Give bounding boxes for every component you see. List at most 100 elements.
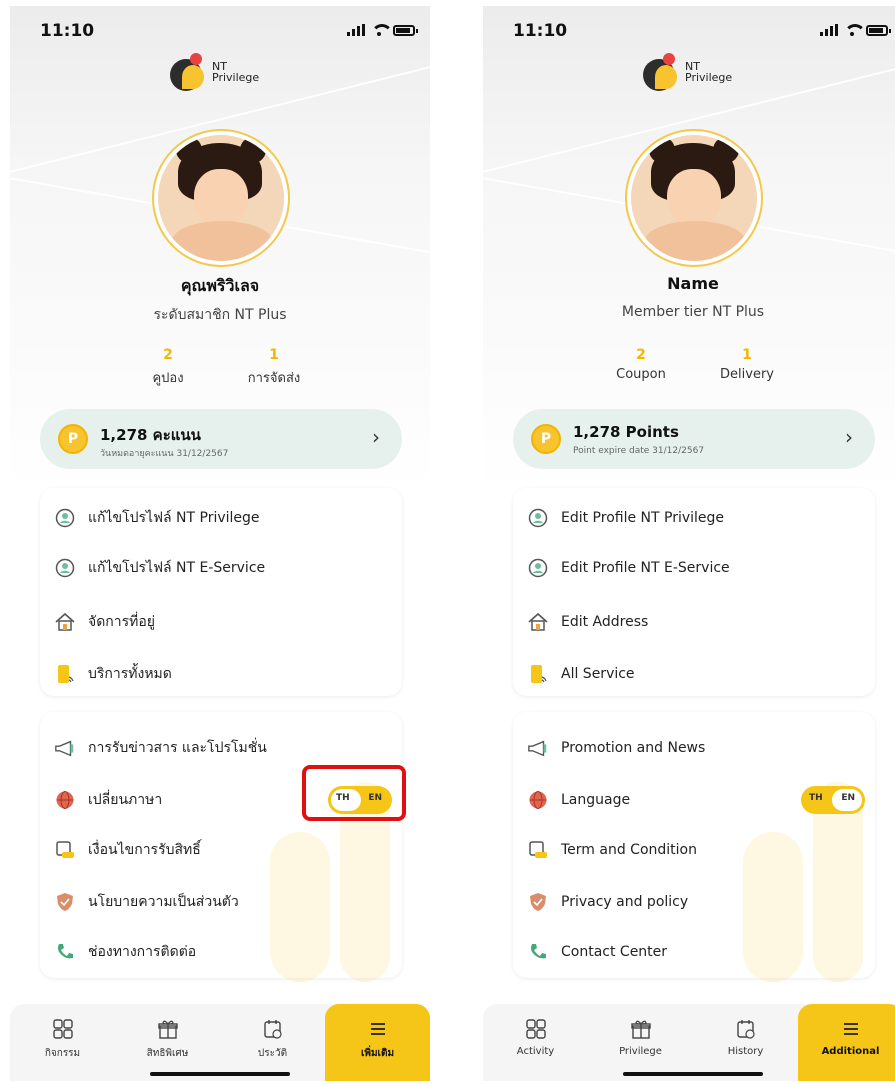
tab-label: Privilege bbox=[619, 1046, 662, 1057]
logo-line2: Privilege bbox=[685, 71, 733, 84]
stat-coupon[interactable]: 2 Coupon bbox=[591, 347, 691, 382]
avatar[interactable] bbox=[152, 129, 290, 267]
menu-label: บริการทั้งหมด bbox=[88, 666, 172, 682]
app-logo: NT Privilege bbox=[170, 53, 259, 91]
megaphone-icon bbox=[527, 737, 549, 759]
tab-additional[interactable]: เพิ่มเติม bbox=[325, 1004, 430, 1081]
phone-screen-thai: 11:10 NT Privilege คุณพริวิเลจ ระดับสมาชิ… bbox=[10, 6, 430, 1081]
member-tier: ระดับสมาชิก NT Plus bbox=[153, 307, 287, 323]
stat-coupon[interactable]: 2 คูปอง bbox=[118, 347, 218, 388]
globe-icon bbox=[527, 789, 549, 811]
avatar-photo bbox=[631, 135, 757, 261]
app-logo: NT Privilege bbox=[643, 53, 732, 91]
tab-label: Activity bbox=[516, 1046, 555, 1057]
shield-icon bbox=[54, 891, 76, 913]
menu-promotion-news[interactable]: Promotion and News bbox=[527, 734, 705, 762]
tab-privilege[interactable]: Privilege bbox=[588, 1004, 693, 1081]
avatar[interactable] bbox=[625, 129, 763, 267]
phone-service-icon bbox=[54, 663, 76, 685]
points-coin-icon: P bbox=[58, 424, 88, 454]
menu-contact[interactable]: ช่องทางการติดต่อ bbox=[54, 938, 196, 966]
chevron-right-icon: › bbox=[845, 425, 853, 449]
menu-edit-profile-privilege[interactable]: แก้ไขโปรไฟล์ NT Privilege bbox=[54, 504, 260, 532]
tab-label: Additional bbox=[821, 1046, 880, 1057]
menu-label: นโยบายความเป็นส่วนตัว bbox=[88, 894, 239, 910]
language-toggle-highlight bbox=[302, 765, 406, 821]
points-card[interactable]: P 1,278 คะแนน วันหมดอายุคะแนน 31/12/2567… bbox=[40, 409, 402, 469]
points-value: 1,278 Points bbox=[573, 423, 679, 441]
scroll-icon bbox=[54, 839, 76, 861]
points-expire: วันหมดอายุคะแนน 31/12/2567 bbox=[100, 449, 229, 459]
profile-menu-card: แก้ไขโปรไฟล์ NT Privilege แก้ไขโปรไฟล์ N… bbox=[40, 488, 402, 696]
menu-all-service[interactable]: บริการทั้งหมด bbox=[54, 660, 172, 688]
profile-name: คุณพริวิเลจ bbox=[180, 276, 260, 295]
stat-label: การจัดส่ง bbox=[247, 371, 301, 386]
settings-menu-card: Promotion and News Language TH EN Term a… bbox=[513, 712, 875, 982]
phone-screen-english: 11:10 NT Privilege Name Member tier NT Pl… bbox=[483, 6, 895, 1081]
stat-delivery[interactable]: 1 การจัดส่ง bbox=[224, 347, 324, 388]
menu-edit-profile-eservice[interactable]: แก้ไขโปรไฟล์ NT E-Service bbox=[54, 554, 265, 582]
menu-contact[interactable]: Contact Center bbox=[527, 938, 667, 966]
menu-label: Language bbox=[561, 792, 631, 808]
menu-language[interactable]: เปลี่ยนภาษา bbox=[54, 786, 162, 814]
shield-icon bbox=[527, 891, 549, 913]
user-circle-icon bbox=[54, 507, 76, 529]
status-icons bbox=[347, 24, 418, 36]
menu-edit-address[interactable]: Edit Address bbox=[527, 608, 648, 636]
menu-edit-address[interactable]: จัดการที่อยู่ bbox=[54, 608, 155, 636]
menu-privacy[interactable]: Privacy and policy bbox=[527, 888, 688, 916]
phone-service-icon bbox=[527, 663, 549, 685]
chevron-right-icon: › bbox=[372, 425, 380, 449]
menu-edit-profile-eservice[interactable]: Edit Profile NT E-Service bbox=[527, 554, 730, 582]
menu-label: Term and Condition bbox=[561, 842, 697, 858]
wifi-icon bbox=[844, 24, 866, 36]
points-value: 1,278 คะแนน bbox=[100, 426, 201, 444]
battery-icon bbox=[393, 24, 418, 36]
menu-terms[interactable]: Term and Condition bbox=[527, 836, 697, 864]
tab-history[interactable]: ประวัติ bbox=[220, 1004, 325, 1081]
home-indicator bbox=[623, 1072, 763, 1076]
signal-icon bbox=[347, 24, 365, 36]
profile-menu-card: Edit Profile NT Privilege Edit Profile N… bbox=[513, 488, 875, 696]
stat-value: 1 bbox=[269, 347, 279, 363]
stat-delivery[interactable]: 1 Delivery bbox=[697, 347, 797, 382]
megaphone-icon bbox=[54, 737, 76, 759]
tab-activity[interactable]: Activity bbox=[483, 1004, 588, 1081]
menu-edit-profile-privilege[interactable]: Edit Profile NT Privilege bbox=[527, 504, 724, 532]
tab-additional[interactable]: Additional bbox=[798, 1004, 895, 1081]
menu-label: แก้ไขโปรไฟล์ NT E-Service bbox=[88, 560, 266, 576]
gift-icon bbox=[588, 1018, 693, 1040]
points-expire: Point expire date 31/12/2567 bbox=[573, 446, 705, 456]
menu-label: Edit Address bbox=[561, 614, 649, 630]
menu-terms[interactable]: เงื่อนไขการรับสิทธิ์ bbox=[54, 836, 201, 864]
status-time: 11:10 bbox=[40, 21, 95, 41]
menu-label: Promotion and News bbox=[561, 740, 706, 756]
scroll-icon bbox=[527, 839, 549, 861]
phone-icon bbox=[54, 941, 76, 963]
menu-language[interactable]: Language bbox=[527, 786, 630, 814]
logo-line2: Privilege bbox=[212, 71, 260, 84]
menu-label: All Service bbox=[561, 666, 635, 682]
menu-label: แก้ไขโปรไฟล์ NT Privilege bbox=[88, 510, 260, 526]
menu-all-service[interactable]: All Service bbox=[527, 660, 635, 688]
bottom-tab-bar: กิจกรรม สิทธิพิเศษ ประวัติ เพิ่มเติม bbox=[10, 1004, 430, 1081]
points-card[interactable]: P 1,278 Points Point expire date 31/12/2… bbox=[513, 409, 875, 469]
menu-label: ช่องทางการติดต่อ bbox=[88, 944, 197, 960]
tab-activity[interactable]: กิจกรรม bbox=[10, 1004, 115, 1081]
menu-privacy[interactable]: นโยบายความเป็นส่วนตัว bbox=[54, 888, 239, 916]
menu-icon bbox=[325, 1018, 430, 1040]
user-circle-icon bbox=[54, 557, 76, 579]
activity-icon bbox=[483, 1018, 588, 1040]
menu-label: Contact Center bbox=[561, 944, 668, 960]
toggle-th-label: TH bbox=[809, 793, 823, 803]
tab-label: เพิ่มเติม bbox=[360, 1048, 395, 1059]
menu-promotion-news[interactable]: การรับข่าวสาร และโปรโมชั่น bbox=[54, 734, 267, 762]
tab-history[interactable]: History bbox=[693, 1004, 798, 1081]
tab-privilege[interactable]: สิทธิพิเศษ bbox=[115, 1004, 220, 1081]
calendar-icon bbox=[693, 1018, 798, 1040]
language-toggle[interactable]: TH EN bbox=[801, 786, 865, 814]
settings-menu-card: การรับข่าวสาร และโปรโมชั่น เปลี่ยนภาษา T… bbox=[40, 712, 402, 982]
stat-label: คูปอง bbox=[152, 371, 184, 386]
menu-label: Edit Profile NT E-Service bbox=[561, 560, 730, 576]
stat-label: Coupon bbox=[616, 367, 666, 382]
